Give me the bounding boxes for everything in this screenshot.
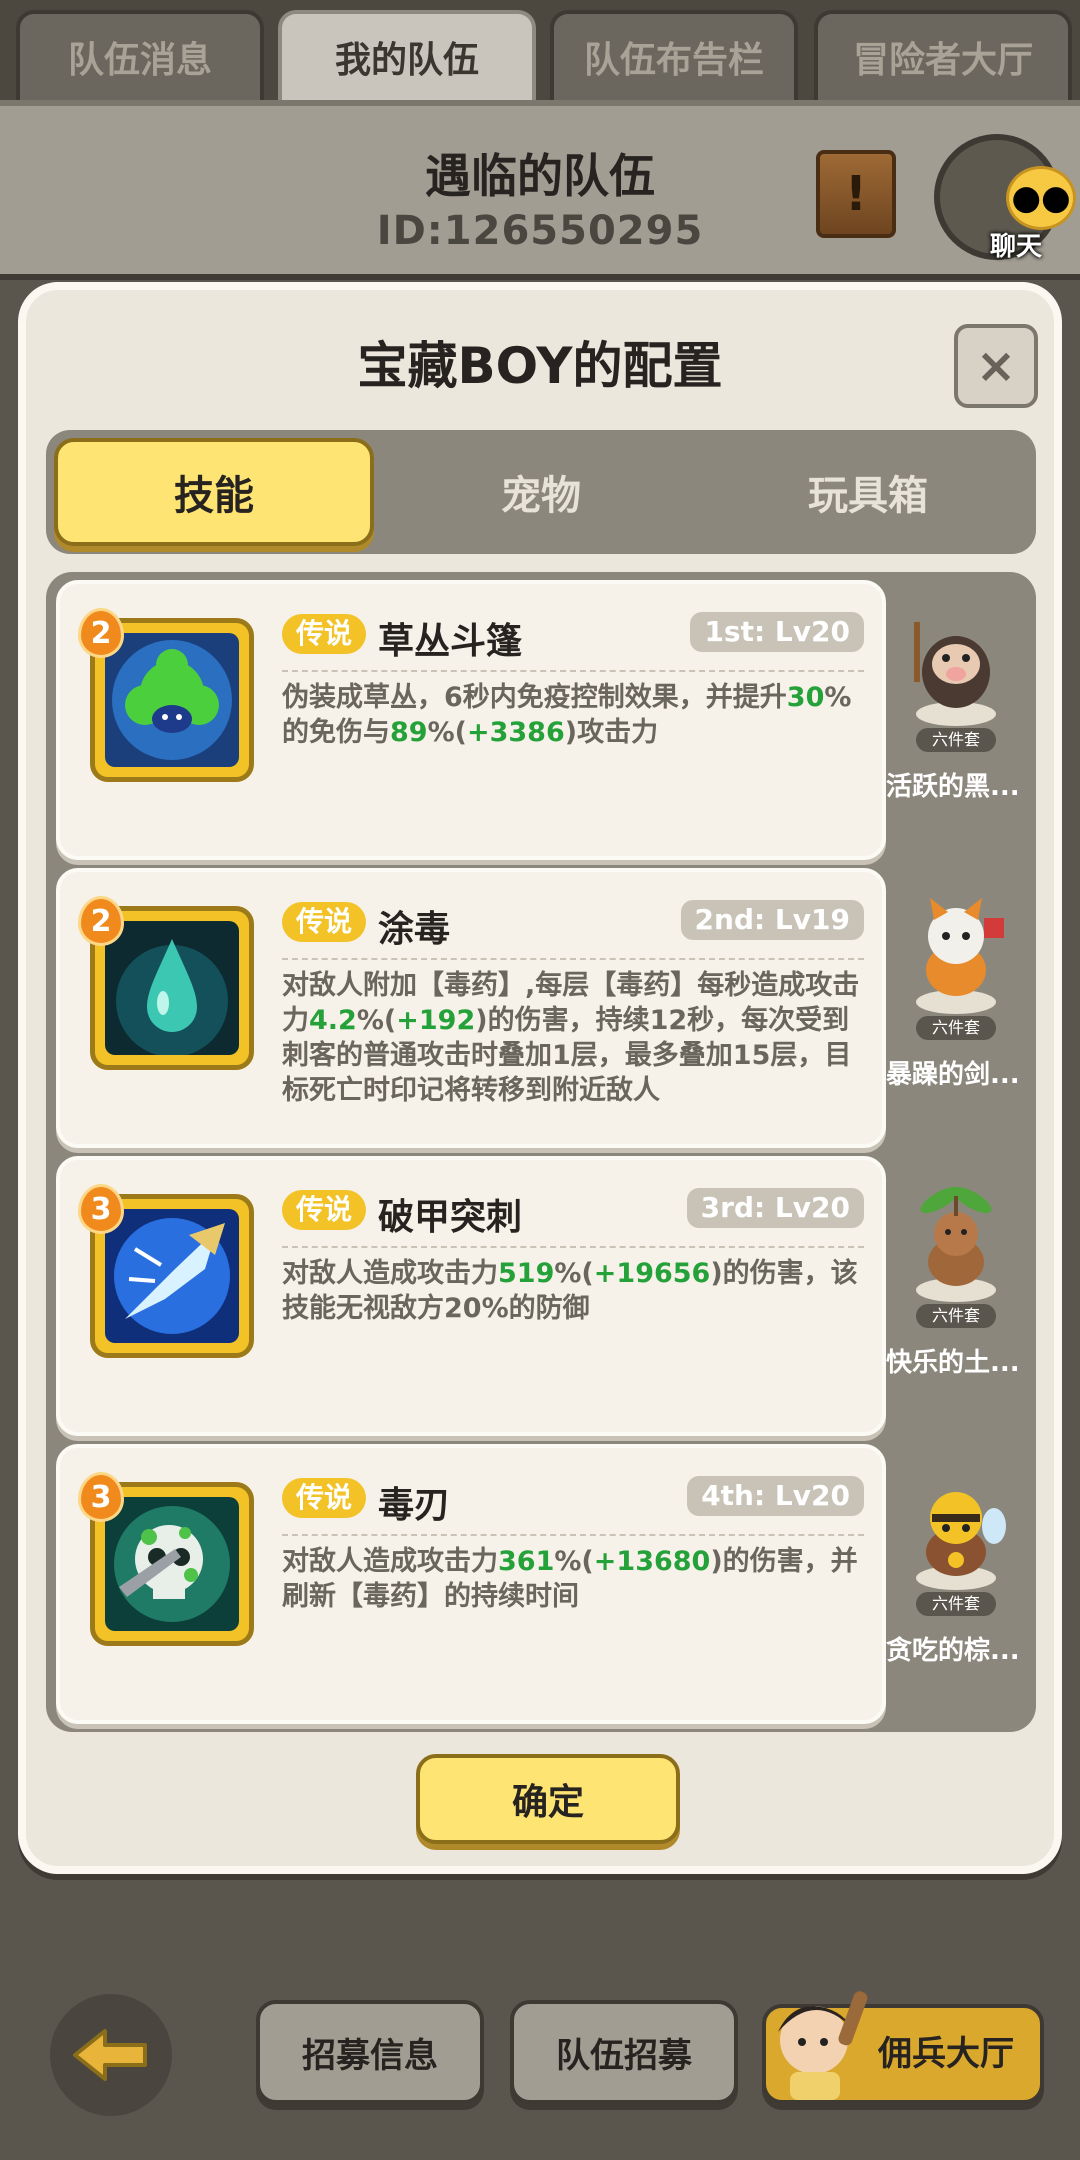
desc-text: %( [554,1546,594,1577]
skill-name: 破甲突刺 [378,1197,523,1238]
desc-text: 伪装成草丛，6秒内免疫控制效果，并提升 [282,682,787,713]
skill-card[interactable]: 2 传说 草丛斗篷 1st: Lv20 伪装成草丛，6秒内免疫控制效果，并提升3… [56,580,886,860]
highlight-value: +13680 [593,1546,711,1577]
skill-level: 2nd: Lv19 [680,900,864,940]
confirm-button[interactable]: 确定 [416,1754,680,1844]
skill-level: 4th: Lv20 [687,1476,864,1516]
tab-toybox[interactable]: 玩具箱 [708,438,1028,546]
close-button[interactable]: × [954,324,1038,408]
rarity-tag: 传说 [282,614,367,654]
highlight-value: 89 [390,717,428,748]
mercenary-hall-button[interactable]: 佣兵大厅 [762,1991,1044,2104]
skill-level: 1st: Lv20 [690,612,864,652]
rank-badge: 2 [78,896,124,946]
rarity-tag: 传说 [282,1190,367,1230]
divider [282,958,864,960]
pet-slot[interactable]: 六件套 贪吃的棕... [886,1444,1026,1724]
team-header: 遇临的队伍 ID:126550295 ! ●● [0,100,1080,280]
desc-text: 对敌人造成攻击力 [282,1546,498,1577]
skills-panel: 2 传说 草丛斗篷 1st: Lv20 伪装成草丛，6秒内免疫控制效果，并提升3… [46,572,1036,1732]
tab-adventurer-hall[interactable]: 冒险者大厅 [814,10,1072,100]
rank-badge: 3 [78,1472,124,1522]
highlight-value: +3386 [466,717,565,748]
back-arrow-icon [73,2029,147,2081]
mercenary-hall-label: 佣兵大厅 [878,2034,1014,2074]
tab-team-bulletin[interactable]: 队伍布告栏 [550,10,798,100]
pet-slot[interactable]: 六件套 暴躁的剑... [886,868,1026,1148]
set-badge: 六件套 [916,1016,996,1040]
top-tab-bar: 队伍消息 我的队伍 队伍布告栏 冒险者大厅 [0,0,1080,100]
pet-name: 暴躁的剑... [886,1060,1020,1090]
skill-name: 涂毒 [378,909,451,950]
grass-cloak-icon [105,633,239,767]
pet-slot[interactable]: 六件套 快乐的土... [886,1156,1026,1436]
set-badge: 六件套 [916,1592,996,1616]
dialog-title: 宝藏BOY的配置 [357,337,723,395]
rank-badge: 2 [78,608,124,658]
dialog-tab-bar: 技能 宠物 玩具箱 [46,430,1036,554]
back-button[interactable] [50,1994,172,2116]
divider [282,1534,864,1536]
set-badge: 六件套 [916,1304,996,1328]
highlight-value: 361 [498,1546,555,1577]
desc-text: %( [554,1258,594,1289]
recruit-info-button[interactable]: 招募信息 [256,2000,484,2104]
set-badge: 六件套 [916,728,996,752]
bear-bee-pet-figure [900,1466,1012,1594]
highlight-value: 4.2 [309,1005,357,1036]
desc-text: )攻击力 [564,717,659,748]
skill-description: 对敌人造成攻击力519%(+19656)的伤害，该技能无视敌方20%的防御 [282,1256,864,1326]
tab-skills[interactable]: 技能 [54,438,374,546]
notice-scroll-icon[interactable]: ! [816,150,896,238]
highlight-value: 519 [498,1258,555,1289]
tab-my-team[interactable]: 我的队伍 [278,10,536,100]
loadout-dialog: 宝藏BOY的配置 × 技能 宠物 玩具箱 2 传说 草丛斗篷 1st: Lv20… [18,282,1062,1874]
desc-text: %( [427,717,467,748]
pet-slot[interactable]: 六件套 活跃的黑... [886,580,1026,860]
skill-name: 草丛斗篷 [378,621,523,662]
rarity-tag: 传说 [282,902,367,942]
team-id: ID:126550295 [376,208,704,254]
armor-pierce-icon [105,1209,239,1343]
divider [282,670,864,672]
team-name: 遇临的队伍 [425,149,655,203]
pet-name: 贪吃的棕... [886,1636,1020,1666]
cat-swordsman-pet-figure [900,890,1012,1018]
pet-name: 快乐的土... [886,1348,1020,1378]
skill-card[interactable]: 2 传说 涂毒 2nd: Lv19 对敌人附加【毒药】,每层【毒药】每秒造成攻击… [56,868,886,1148]
rarity-tag: 传说 [282,1478,367,1518]
tab-team-messages[interactable]: 队伍消息 [16,10,264,100]
rank-badge: 3 [78,1184,124,1234]
desc-text: 对敌人造成攻击力 [282,1258,498,1289]
chat-bubble-icon[interactable]: ●● [1006,166,1076,230]
skill-card[interactable]: 3 传说 破甲突刺 3rd: Lv20 对敌人造成攻击力519%(+19656)… [56,1156,886,1436]
chat-label: 聊天 [989,232,1042,262]
poison-drop-icon [105,921,239,1055]
caveman-avatar-icon [760,1984,876,2104]
highlight-value: +19656 [593,1258,711,1289]
skill-description: 对敌人附加【毒药】,每层【毒药】每秒造成攻击力4.2%(+192)的伤害，持续1… [282,968,864,1108]
skill-name: 毒刃 [378,1485,451,1526]
skill-description: 对敌人造成攻击力361%(+13680)的伤害，并刷新【毒药】的持续时间 [282,1544,864,1614]
skill-level: 3rd: Lv20 [686,1188,864,1228]
pet-name: 活跃的黑... [886,772,1020,802]
skill-card[interactable]: 3 传说 毒刃 4th: Lv20 对敌人造成攻击力361%(+13680)的伤… [56,1444,886,1724]
highlight-value: 30 [786,682,825,713]
skill-description: 伪装成草丛，6秒内免疫控制效果，并提升30%的免伤与89%(+3386)攻击力 [282,680,864,750]
divider [282,1246,864,1248]
highlight-value: +192 [396,1005,476,1036]
boar-pet-figure [900,602,1012,730]
team-recruit-button[interactable]: 队伍招募 [510,2000,738,2104]
tab-pets[interactable]: 宠物 [381,438,701,546]
desc-text: %( [356,1005,397,1036]
mole-pet-figure [900,1178,1012,1306]
poison-blade-icon [105,1497,239,1631]
